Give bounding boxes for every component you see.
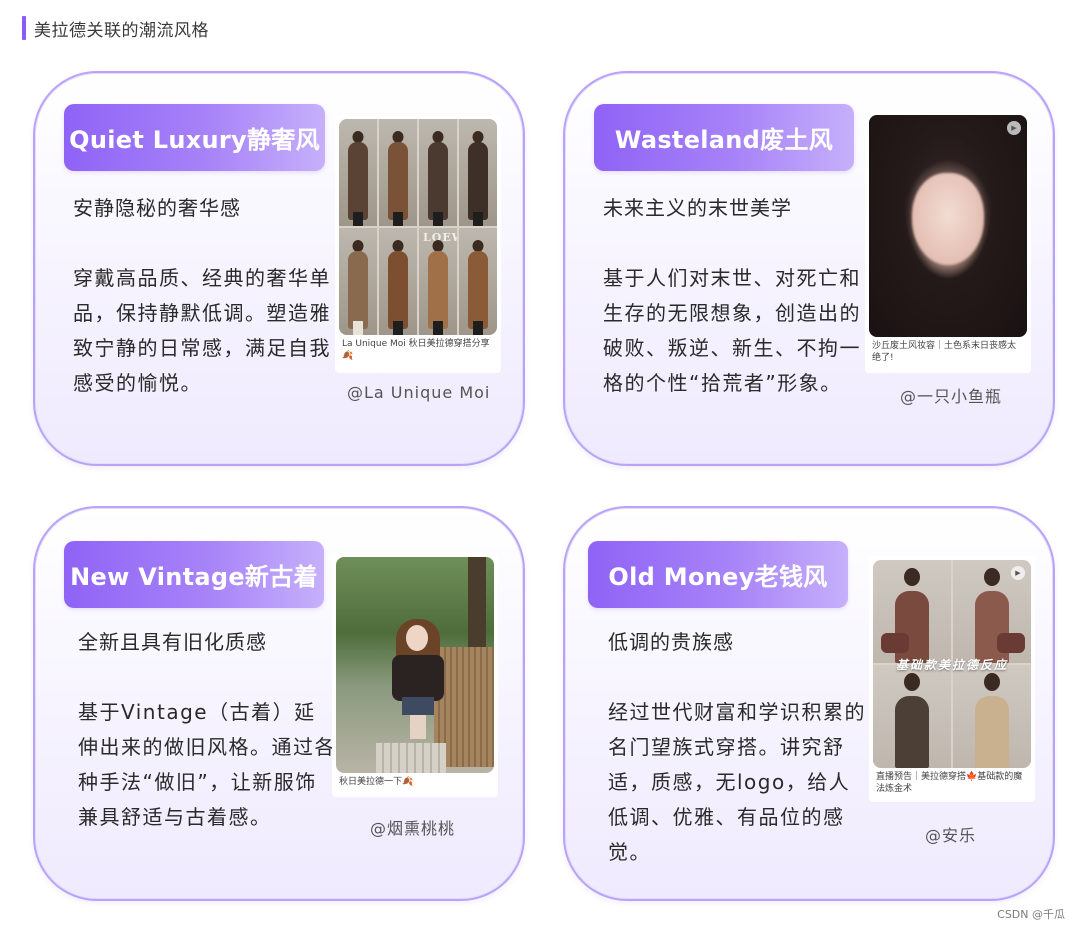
style-subtitle: 低调的贵族感 [608,630,734,654]
style-card-new-vintage: New Vintage新古着 全新且具有旧化质感 基于Vintage（古着）延伸… [33,506,525,901]
post-caption: 秋日美拉德一下🍂 [339,777,414,787]
example-post[interactable]: ▶ 沙丘废土风妆容｜土色系末日丧感太绝了! [865,111,1031,373]
style-body: 基于Vintage（古着）延伸出来的做旧风格。通过各种手法“做旧”，让新服饰兼具… [78,700,336,829]
style-description: 低调的贵族感 经过世代财富和学识积累的名门望族式穿搭。讲究舒适，质感，无logo… [608,625,866,870]
post-credit: @安乐 [925,826,977,845]
example-post[interactable]: 秋日美拉德一下🍂 [332,553,498,797]
style-title: Old Money老钱风 [588,541,848,608]
style-card-quiet-luxury: Quiet Luxury静奢风 安静隐秘的奢华感 穿戴高品质、经典的奢华单品，保… [33,71,525,466]
post-credit: @La Unique Moi [347,383,491,402]
style-title: New Vintage新古着 [64,541,324,608]
style-card-old-money: Old Money老钱风 低调的贵族感 经过世代财富和学识积累的名门望族式穿搭。… [563,506,1055,901]
style-description: 安静隐秘的奢华感 穿戴高品质、经典的奢华单品，保持静默低调。塑造雅致宁静的日常感… [73,191,331,401]
watermark: CSDN @千瓜 [997,908,1065,921]
style-body: 穿戴高品质、经典的奢华单品，保持静默低调。塑造雅致宁静的日常感，满足自我感受的愉… [73,266,331,395]
post-caption: La Unique Moi 秋日美拉德穿搭分享🍂 [342,339,490,361]
play-icon[interactable]: ▶ [1011,566,1025,580]
style-description: 全新且具有旧化质感 基于Vintage（古着）延伸出来的做旧风格。通过各种手法“… [78,625,336,835]
style-body: 经过世代财富和学识积累的名门望族式穿搭。讲究舒适，质感，无logo，给人低调、优… [608,700,866,864]
style-title: Quiet Luxury静奢风 [64,104,325,171]
post-caption: 直播预告｜美拉德穿搭🍁基础款的魔法炼金术 [876,772,1023,794]
play-icon[interactable]: ▶ [1007,121,1021,135]
style-subtitle: 安静隐秘的奢华感 [73,196,241,220]
style-title: Wasteland废土风 [594,104,854,171]
header-title: 美拉德关联的潮流风格 [34,20,209,41]
outfit-collage-photo: LOEWE [339,119,497,335]
example-post[interactable]: 基础款美拉德反应 ▶ 直播预告｜美拉德穿搭🍁基础款的魔法炼金术 [869,556,1035,802]
outfit-collage-photo: 基础款美拉德反应 ▶ [873,560,1031,768]
post-caption: 沙丘废土风妆容｜土色系末日丧感太绝了! [872,341,1017,363]
post-credit: @烟熏桃桃 [370,819,456,838]
street-outfit-photo [336,557,494,773]
makeup-portrait-photo: ▶ [869,115,1027,337]
section-header: 美拉德关联的潮流风格 [22,15,209,41]
post-credit: @一只小鱼瓶 [900,387,1003,406]
style-subtitle: 全新且具有旧化质感 [78,630,267,654]
blurred-face [912,173,984,265]
style-description: 未来主义的末世美学 基于人们对末世、对死亡和生存的无限想象，创造出的破败、叛逆、… [603,191,861,401]
photo-overlay-text: 基础款美拉德反应 [895,658,1008,672]
header-accent-bar [22,16,26,40]
style-body: 基于人们对末世、对死亡和生存的无限想象，创造出的破败、叛逆、新生、不拘一格的个性… [603,266,861,395]
style-card-wasteland: Wasteland废土风 未来主义的末世美学 基于人们对末世、对死亡和生存的无限… [563,71,1055,466]
style-subtitle: 未来主义的末世美学 [603,196,792,220]
example-post[interactable]: LOEWE La Unique Moi 秋日美拉德穿搭分享🍂 [335,115,501,373]
